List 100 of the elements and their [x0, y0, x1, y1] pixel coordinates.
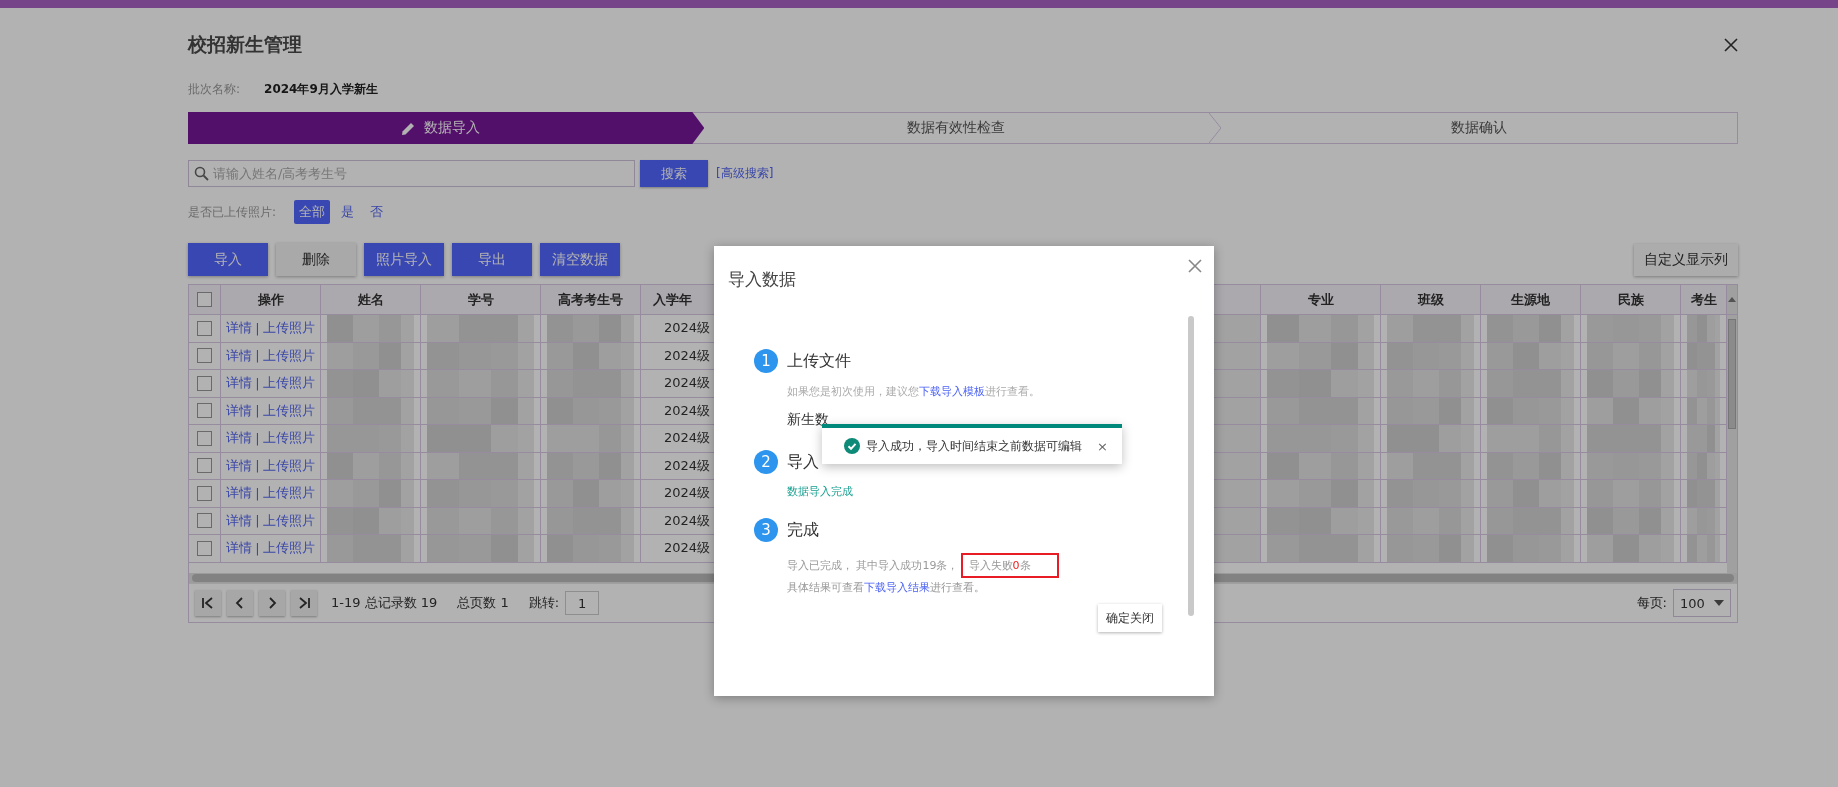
import-status: 数据导入完成 [787, 484, 854, 499]
download-result-link[interactable]: 下载导入结果 [864, 581, 930, 594]
link-separator: | [255, 430, 260, 446]
column-header: 民族 [1581, 285, 1681, 315]
row-checkbox[interactable] [197, 375, 212, 391]
blurred-text [1687, 342, 1720, 369]
column-header: 专业 [1261, 285, 1381, 315]
link-separator: | [255, 540, 260, 556]
column-header: 考生 [1681, 285, 1727, 315]
blurred-text [1687, 370, 1720, 397]
step-tab[interactable]: 数据有效性检查 [704, 113, 1221, 143]
close-icon[interactable] [1724, 38, 1738, 52]
page-title: 校招新生管理 [188, 32, 302, 57]
row-action-link[interactable]: 详情 [226, 456, 253, 475]
first-page-button[interactable] [195, 590, 221, 616]
custom-columns-button[interactable]: 自定义显示列 [1634, 243, 1738, 276]
column-header: 高考考生号 [541, 285, 641, 315]
link-separator: | [255, 348, 260, 364]
pencil-icon [400, 120, 416, 136]
filter-option[interactable]: 否 [365, 200, 389, 224]
filter-option[interactable]: 是 [336, 200, 360, 224]
toolbar-button[interactable]: 照片导入 [364, 243, 444, 276]
row-checkbox[interactable] [197, 320, 212, 336]
row-checkbox[interactable] [197, 403, 212, 419]
result-summary: 导入已完成， 其中导入成功19条， [787, 558, 959, 573]
blurred-text [1687, 507, 1720, 534]
step-tab[interactable]: 数据确认 [1220, 113, 1737, 143]
row-action-link[interactable]: 详情 [226, 511, 253, 530]
row-action-link[interactable]: 上传照片 [262, 319, 315, 338]
row-action-link[interactable]: 上传照片 [262, 401, 315, 420]
toolbar-button[interactable]: 清空数据 [540, 243, 620, 276]
check-icon [844, 438, 860, 454]
row-checkbox[interactable] [197, 485, 212, 501]
row-checkbox[interactable] [197, 513, 212, 529]
page-jump-field[interactable]: 1 [565, 591, 600, 615]
toast-message: 导入成功，导入时间结束之前数据可编辑 [866, 437, 1083, 455]
column-header: 生源地 [1481, 285, 1581, 315]
blurred-text [1687, 480, 1720, 507]
toast-close[interactable]: × [1097, 438, 1108, 454]
scroll-up-icon[interactable] [1728, 297, 1736, 302]
jump-label: 跳转: [528, 594, 560, 612]
row-action-link[interactable]: 详情 [226, 319, 253, 338]
confirm-close-button[interactable]: 确定关闭 [1098, 604, 1162, 632]
step-title: 上传文件 [787, 350, 851, 372]
blurred-text [1687, 452, 1720, 479]
batch-label: 批次名称: [188, 80, 241, 98]
column-header: 学号 [421, 285, 541, 315]
row-checkbox[interactable] [197, 458, 212, 474]
row-action-link[interactable]: 上传照片 [262, 511, 315, 530]
select-all-checkbox[interactable] [197, 292, 212, 307]
toolbar-button[interactable]: 导入 [188, 243, 268, 276]
template-hint: 如果您是初次使用，建议您下载导入模板进行查看。 [787, 384, 1041, 399]
row-action-link[interactable]: 上传照片 [262, 484, 315, 503]
row-action-link[interactable]: 详情 [226, 374, 253, 393]
filter-option[interactable]: 全部 [294, 200, 331, 224]
row-checkbox[interactable] [197, 540, 212, 556]
previous-page-button[interactable] [227, 590, 253, 616]
batch-name: 2024年9月入学新生 [264, 80, 378, 98]
row-action-link[interactable]: 上传照片 [262, 539, 315, 558]
vertical-scrollbar[interactable] [1727, 315, 1737, 573]
row-action-link[interactable]: 上传照片 [262, 429, 315, 448]
toolbar-button[interactable]: 删除 [276, 243, 356, 276]
toolbar-button[interactable]: 导出 [452, 243, 532, 276]
blurred-text [1687, 315, 1720, 342]
link-separator: | [255, 403, 260, 419]
next-page-button[interactable] [259, 590, 285, 616]
row-action-link[interactable]: 详情 [226, 401, 253, 420]
step-tab[interactable]: 数据导入 [188, 112, 705, 144]
row-action-link[interactable]: 详情 [226, 539, 253, 558]
blurred-text [1687, 535, 1720, 562]
step-title: 完成 [787, 519, 819, 541]
row-action-link[interactable]: 上传照片 [262, 374, 315, 393]
column-header: 操作 [221, 285, 321, 315]
dialog-scrollbar[interactable] [1188, 316, 1194, 616]
failed-count: 导入失败0条 [960, 553, 1059, 578]
row-checkbox[interactable] [197, 348, 212, 364]
link-separator: | [255, 458, 260, 474]
blurred-text [1687, 397, 1720, 424]
record-count: 1-19 总记录数 19 [331, 594, 438, 612]
row-action-link[interactable]: 详情 [226, 429, 253, 448]
row-action-link[interactable]: 详情 [226, 484, 253, 503]
advanced-search-link[interactable]: [高级搜索] [716, 165, 774, 182]
blurred-text [1687, 425, 1720, 452]
step-number: 1 [754, 349, 778, 373]
row-action-link[interactable]: 上传照片 [262, 456, 315, 475]
caret-down-icon [1714, 600, 1724, 606]
link-separator: | [255, 375, 260, 391]
search-icon [194, 166, 209, 181]
last-page-button[interactable] [291, 590, 317, 616]
page-size-label: 每页: [1636, 594, 1667, 612]
search-button[interactable]: 搜索 [640, 160, 708, 187]
page-size-select[interactable]: 100 [1673, 589, 1731, 617]
row-action-link[interactable]: 详情 [226, 346, 253, 365]
row-checkbox[interactable] [197, 430, 212, 446]
close-icon[interactable] [1188, 259, 1202, 273]
link-separator: | [255, 513, 260, 529]
row-action-link[interactable]: 上传照片 [262, 346, 315, 365]
file-name: 新生数 [787, 411, 830, 429]
step-title: 导入 [787, 451, 819, 473]
download-template-link[interactable]: 下载导入模板 [919, 385, 985, 398]
